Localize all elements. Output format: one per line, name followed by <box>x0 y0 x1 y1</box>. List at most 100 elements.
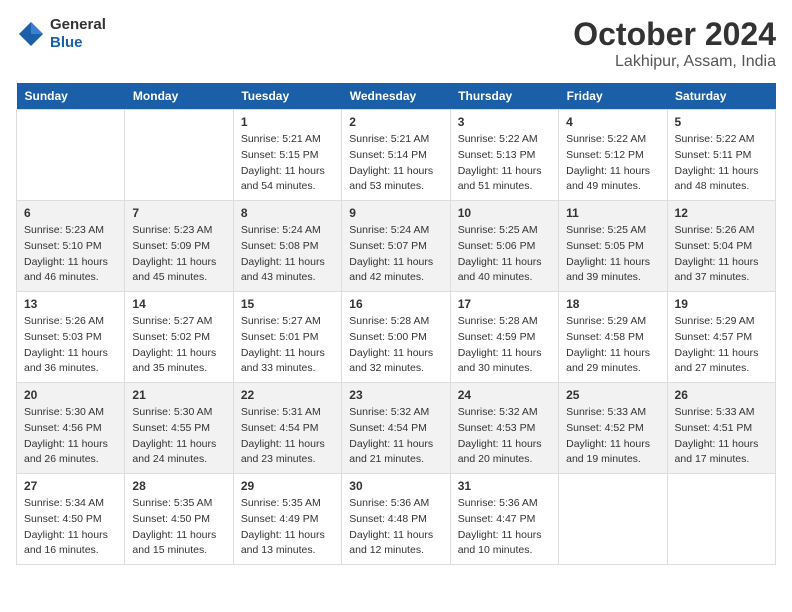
day-detail: Sunrise: 5:32 AMSunset: 4:54 PMDaylight:… <box>349 405 442 468</box>
col-wednesday: Wednesday <box>342 83 450 110</box>
logo-icon <box>16 19 46 49</box>
calendar-day: 20Sunrise: 5:30 AMSunset: 4:56 PMDayligh… <box>17 383 125 474</box>
day-number: 25 <box>566 388 659 402</box>
day-detail: Sunrise: 5:29 AMSunset: 4:57 PMDaylight:… <box>675 314 768 377</box>
calendar-day <box>17 110 125 201</box>
calendar-day: 27Sunrise: 5:34 AMSunset: 4:50 PMDayligh… <box>17 474 125 565</box>
day-number: 9 <box>349 206 442 220</box>
calendar-day: 31 Sunrise: 5:36 AMSunset: 4:47 PMDayligh… <box>450 474 558 565</box>
day-number: 28 <box>132 479 225 493</box>
day-detail: Sunrise: 5:22 AMSunset: 5:11 PMDaylight:… <box>675 132 768 195</box>
day-number: 14 <box>132 297 225 311</box>
calendar-day: 3Sunrise: 5:22 AMSunset: 5:13 PMDaylight… <box>450 110 558 201</box>
day-detail: Sunrise: 5:33 AMSunset: 4:52 PMDaylight:… <box>566 405 659 468</box>
day-detail: Sunrise: 5:32 AMSunset: 4:53 PMDaylight:… <box>458 405 551 468</box>
calendar-table: Sunday Monday Tuesday Wednesday Thursday… <box>16 83 776 565</box>
calendar-header: Sunday Monday Tuesday Wednesday Thursday… <box>17 83 776 110</box>
calendar-day: 25 Sunrise: 5:33 AMSunset: 4:52 PMDayligh… <box>559 383 667 474</box>
calendar-week-1: 1 Sunrise: 5:21 AMSunset: 5:15 PMDaylight… <box>17 110 776 201</box>
calendar-day: 30 Sunrise: 5:36 AMSunset: 4:48 PMDayligh… <box>342 474 450 565</box>
day-detail: Sunrise: 5:36 AMSunset: 4:48 PMDaylight:… <box>349 496 442 559</box>
calendar-day: 11 Sunrise: 5:25 AMSunset: 5:05 PMDayligh… <box>559 201 667 292</box>
calendar-day: 18 Sunrise: 5:29 AMSunset: 4:58 PMDayligh… <box>559 292 667 383</box>
day-number: 5 <box>675 115 768 129</box>
calendar-day <box>559 474 667 565</box>
logo: General Blue <box>16 16 106 52</box>
day-detail: Sunrise: 5:27 AMSunset: 5:02 PMDaylight:… <box>132 314 225 377</box>
calendar-body: 1 Sunrise: 5:21 AMSunset: 5:15 PMDaylight… <box>17 110 776 565</box>
calendar-day: 17Sunrise: 5:28 AMSunset: 4:59 PMDayligh… <box>450 292 558 383</box>
day-detail: Sunrise: 5:26 AMSunset: 5:03 PMDaylight:… <box>24 314 117 377</box>
calendar-day: 21 Sunrise: 5:30 AMSunset: 4:55 PMDayligh… <box>125 383 233 474</box>
day-number: 8 <box>241 206 334 220</box>
calendar-day: 1 Sunrise: 5:21 AMSunset: 5:15 PMDaylight… <box>233 110 341 201</box>
calendar-day: 15 Sunrise: 5:27 AMSunset: 5:01 PMDayligh… <box>233 292 341 383</box>
day-number: 15 <box>241 297 334 311</box>
day-number: 18 <box>566 297 659 311</box>
day-detail: Sunrise: 5:36 AMSunset: 4:47 PMDaylight:… <box>458 496 551 559</box>
calendar-day: 7Sunrise: 5:23 AMSunset: 5:09 PMDaylight… <box>125 201 233 292</box>
day-detail: Sunrise: 5:29 AMSunset: 4:58 PMDaylight:… <box>566 314 659 377</box>
day-number: 23 <box>349 388 442 402</box>
calendar-day: 5 Sunrise: 5:22 AMSunset: 5:11 PMDaylight… <box>667 110 775 201</box>
page-subtitle: Lakhipur, Assam, India <box>573 53 776 71</box>
col-sunday: Sunday <box>17 83 125 110</box>
page-header: General Blue October 2024 Lakhipur, Assa… <box>16 16 776 71</box>
day-number: 4 <box>566 115 659 129</box>
title-area: October 2024 Lakhipur, Assam, India <box>573 16 776 71</box>
day-detail: Sunrise: 5:34 AMSunset: 4:50 PMDaylight:… <box>24 496 117 559</box>
day-detail: Sunrise: 5:21 AMSunset: 5:15 PMDaylight:… <box>241 132 334 195</box>
calendar-day: 23 Sunrise: 5:32 AMSunset: 4:54 PMDayligh… <box>342 383 450 474</box>
day-number: 12 <box>675 206 768 220</box>
day-detail: Sunrise: 5:21 AMSunset: 5:14 PMDaylight:… <box>349 132 442 195</box>
day-detail: Sunrise: 5:22 AMSunset: 5:13 PMDaylight:… <box>458 132 551 195</box>
calendar-day: 16Sunrise: 5:28 AMSunset: 5:00 PMDayligh… <box>342 292 450 383</box>
day-detail: Sunrise: 5:30 AMSunset: 4:55 PMDaylight:… <box>132 405 225 468</box>
day-number: 21 <box>132 388 225 402</box>
day-number: 30 <box>349 479 442 493</box>
calendar-day: 13 Sunrise: 5:26 AMSunset: 5:03 PMDayligh… <box>17 292 125 383</box>
calendar-day: 29Sunrise: 5:35 AMSunset: 4:49 PMDayligh… <box>233 474 341 565</box>
day-detail: Sunrise: 5:24 AMSunset: 5:08 PMDaylight:… <box>241 223 334 286</box>
calendar-day: 22 Sunrise: 5:31 AMSunset: 4:54 PMDayligh… <box>233 383 341 474</box>
day-number: 2 <box>349 115 442 129</box>
day-detail: Sunrise: 5:33 AMSunset: 4:51 PMDaylight:… <box>675 405 768 468</box>
day-detail: Sunrise: 5:23 AMSunset: 5:09 PMDaylight:… <box>132 223 225 286</box>
col-friday: Friday <box>559 83 667 110</box>
day-detail: Sunrise: 5:35 AMSunset: 4:49 PMDaylight:… <box>241 496 334 559</box>
calendar-day: 19 Sunrise: 5:29 AMSunset: 4:57 PMDayligh… <box>667 292 775 383</box>
calendar-day: 4 Sunrise: 5:22 AMSunset: 5:12 PMDaylight… <box>559 110 667 201</box>
day-detail: Sunrise: 5:22 AMSunset: 5:12 PMDaylight:… <box>566 132 659 195</box>
calendar-week-4: 20Sunrise: 5:30 AMSunset: 4:56 PMDayligh… <box>17 383 776 474</box>
col-saturday: Saturday <box>667 83 775 110</box>
day-number: 13 <box>24 297 117 311</box>
day-number: 26 <box>675 388 768 402</box>
day-detail: Sunrise: 5:25 AMSunset: 5:05 PMDaylight:… <box>566 223 659 286</box>
header-row: Sunday Monday Tuesday Wednesday Thursday… <box>17 83 776 110</box>
day-detail: Sunrise: 5:31 AMSunset: 4:54 PMDaylight:… <box>241 405 334 468</box>
calendar-day: 28 Sunrise: 5:35 AMSunset: 4:50 PMDayligh… <box>125 474 233 565</box>
day-number: 17 <box>458 297 551 311</box>
calendar-day: 12Sunrise: 5:26 AMSunset: 5:04 PMDayligh… <box>667 201 775 292</box>
calendar-day: 26 Sunrise: 5:33 AMSunset: 4:51 PMDayligh… <box>667 383 775 474</box>
calendar-week-5: 27Sunrise: 5:34 AMSunset: 4:50 PMDayligh… <box>17 474 776 565</box>
day-detail: Sunrise: 5:25 AMSunset: 5:06 PMDaylight:… <box>458 223 551 286</box>
day-detail: Sunrise: 5:27 AMSunset: 5:01 PMDaylight:… <box>241 314 334 377</box>
calendar-day <box>667 474 775 565</box>
day-number: 22 <box>241 388 334 402</box>
calendar-day: 10 Sunrise: 5:25 AMSunset: 5:06 PMDayligh… <box>450 201 558 292</box>
col-tuesday: Tuesday <box>233 83 341 110</box>
day-number: 24 <box>458 388 551 402</box>
day-number: 1 <box>241 115 334 129</box>
day-number: 11 <box>566 206 659 220</box>
calendar-week-2: 6Sunrise: 5:23 AMSunset: 5:10 PMDaylight… <box>17 201 776 292</box>
day-number: 6 <box>24 206 117 220</box>
col-monday: Monday <box>125 83 233 110</box>
day-number: 19 <box>675 297 768 311</box>
day-number: 10 <box>458 206 551 220</box>
day-detail: Sunrise: 5:35 AMSunset: 4:50 PMDaylight:… <box>132 496 225 559</box>
calendar-day: 24 Sunrise: 5:32 AMSunset: 4:53 PMDayligh… <box>450 383 558 474</box>
calendar-week-3: 13 Sunrise: 5:26 AMSunset: 5:03 PMDayligh… <box>17 292 776 383</box>
calendar-day: 9Sunrise: 5:24 AMSunset: 5:07 PMDaylight… <box>342 201 450 292</box>
day-number: 31 <box>458 479 551 493</box>
